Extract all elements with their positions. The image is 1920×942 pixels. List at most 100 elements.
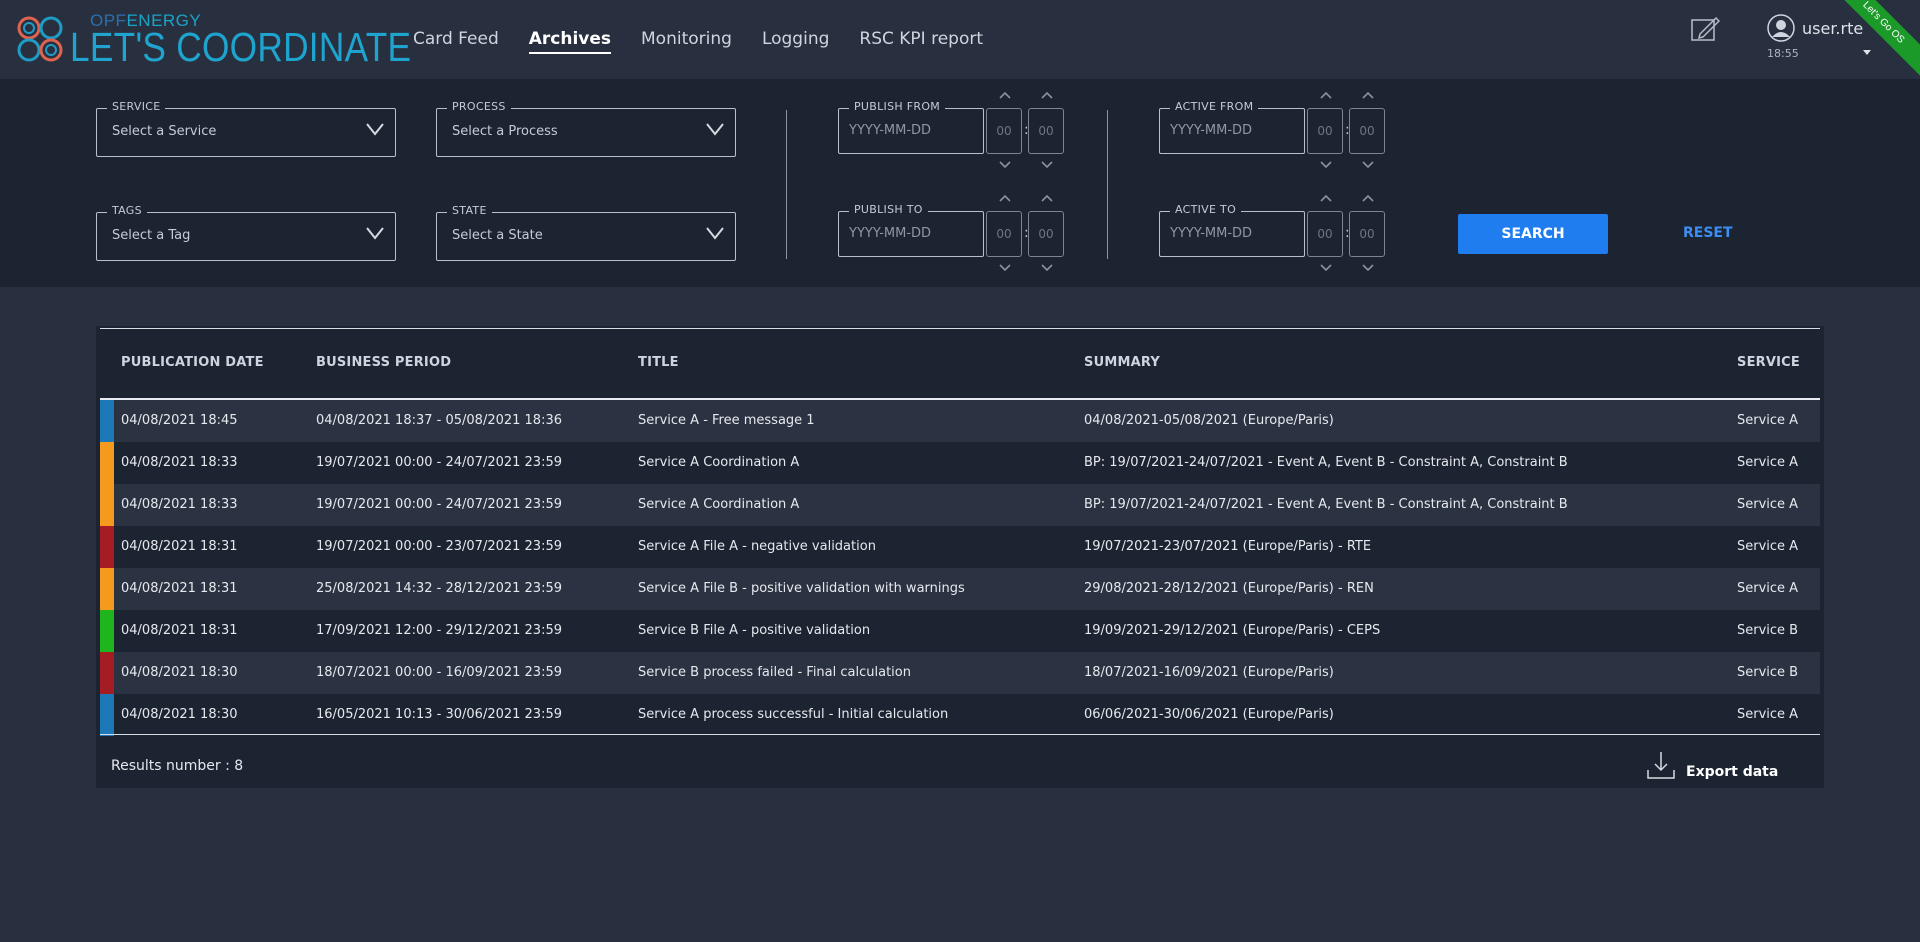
chevron-up-icon[interactable] — [1040, 193, 1054, 203]
app-logo[interactable]: OPFENERGY LET'S COORDINATE — [14, 10, 411, 70]
publish-to-legend: PUBLISH TO — [849, 203, 928, 216]
cell-publication-date: 04/08/2021 18:31 — [121, 539, 238, 554]
nav-logging[interactable]: Logging — [762, 29, 829, 54]
nav-monitoring[interactable]: Monitoring — [641, 29, 732, 54]
table-row[interactable]: 04/08/2021 18:45 04/08/2021 18:37 - 05/0… — [100, 400, 1820, 442]
table-row[interactable]: 04/08/2021 18:31 19/07/2021 00:00 - 23/0… — [100, 526, 1820, 568]
rings-logo-icon — [17, 16, 63, 62]
publish-from-date[interactable]: PUBLISH FROM YYYY-MM-DD — [838, 100, 984, 154]
publish-from-hour[interactable]: 00 — [986, 108, 1022, 154]
cell-summary: 19/09/2021-29/12/2021 (Europe/Paris) - C… — [1084, 623, 1381, 638]
download-icon — [1647, 752, 1675, 779]
service-value: Select a Service — [112, 124, 217, 139]
chevron-down-icon[interactable] — [1319, 160, 1333, 170]
tags-select[interactable]: TAGS Select a Tag — [96, 204, 396, 261]
state-legend: STATE — [447, 204, 492, 217]
cell-publication-date: 04/08/2021 18:31 — [121, 581, 238, 596]
active-from-minute[interactable]: 00 — [1349, 108, 1385, 154]
service-select[interactable]: SERVICE Select a Service — [96, 100, 396, 157]
cell-title: Service A File B - positive validation w… — [638, 581, 965, 596]
chevron-up-icon[interactable] — [998, 193, 1012, 203]
cell-summary: BP: 19/07/2021-24/07/2021 - Event A, Eve… — [1084, 455, 1568, 470]
cell-service: Service A — [1737, 497, 1799, 512]
chevron-down-icon[interactable] — [1361, 160, 1375, 170]
chevron-down-icon[interactable] — [998, 160, 1012, 170]
table-row[interactable]: 04/08/2021 18:30 16/05/2021 10:13 - 30/0… — [100, 694, 1820, 736]
chevron-up-icon[interactable] — [1319, 90, 1333, 100]
search-button[interactable]: SEARCH — [1458, 214, 1608, 254]
publish-to-minute[interactable]: 00 — [1028, 211, 1064, 257]
archives-table-panel: PUBLICATION DATE BUSINESS PERIOD TITLE S… — [96, 326, 1824, 788]
column-header-service[interactable]: SERVICE — [1737, 355, 1800, 370]
nav-card-feed[interactable]: Card Feed — [413, 29, 499, 54]
publish-from-legend: PUBLISH FROM — [849, 100, 946, 113]
severity-indicator — [100, 526, 114, 568]
severity-indicator — [100, 442, 114, 484]
nav-rsc-kpi-report[interactable]: RSC KPI report — [859, 29, 983, 54]
chevron-down-icon — [366, 123, 384, 136]
reset-button[interactable]: RESET — [1683, 225, 1733, 241]
chevron-up-icon[interactable] — [1319, 193, 1333, 203]
column-header-summary[interactable]: SUMMARY — [1084, 355, 1160, 370]
nav-archives[interactable]: Archives — [528, 29, 612, 54]
publish-to-date[interactable]: PUBLISH TO YYYY-MM-DD — [838, 203, 984, 257]
active-to-hour[interactable]: 00 — [1307, 211, 1343, 257]
cell-title: Service A Coordination A — [638, 497, 800, 512]
export-data-button[interactable]: Export data — [1646, 750, 1786, 782]
cell-business-period: 19/07/2021 00:00 - 23/07/2021 23:59 — [316, 539, 563, 554]
severity-indicator — [100, 652, 114, 694]
clock-time: 18:55 — [1767, 47, 1799, 60]
active-to-legend: ACTIVE TO — [1170, 203, 1242, 216]
chevron-down-icon — [706, 123, 724, 136]
cell-summary: 04/08/2021-05/08/2021 (Europe/Paris) — [1084, 413, 1334, 428]
table-row[interactable]: 04/08/2021 18:33 19/07/2021 00:00 - 24/0… — [100, 484, 1820, 526]
cell-title: Service B process failed - Final calcula… — [638, 665, 911, 680]
top-bar: OPFENERGY LET'S COORDINATE Card Feed Arc… — [0, 0, 1920, 84]
cell-publication-date: 04/08/2021 18:33 — [121, 455, 238, 470]
column-header-title[interactable]: TITLE — [638, 355, 679, 370]
state-select[interactable]: STATE Select a State — [436, 204, 736, 261]
publish-from-minute[interactable]: 00 — [1028, 108, 1064, 154]
process-value: Select a Process — [452, 124, 558, 139]
chevron-up-icon[interactable] — [1040, 90, 1054, 100]
user-name: user.rte — [1802, 19, 1864, 38]
cell-service: Service B — [1737, 623, 1799, 638]
chevron-up-icon[interactable] — [998, 90, 1012, 100]
tags-value: Select a Tag — [112, 228, 191, 243]
chevron-down-icon[interactable] — [1040, 160, 1054, 170]
table-row[interactable]: 04/08/2021 18:33 19/07/2021 00:00 - 24/0… — [100, 442, 1820, 484]
publish-from-placeholder: YYYY-MM-DD — [849, 123, 932, 138]
edit-note-icon[interactable] — [1690, 14, 1720, 44]
active-to-minute[interactable]: 00 — [1349, 211, 1385, 257]
active-from-placeholder: YYYY-MM-DD — [1170, 123, 1253, 138]
active-to-placeholder: YYYY-MM-DD — [1170, 226, 1253, 241]
active-from-hour[interactable]: 00 — [1307, 108, 1343, 154]
table-row[interactable]: 04/08/2021 18:30 18/07/2021 00:00 - 16/0… — [100, 652, 1820, 694]
active-to-date[interactable]: ACTIVE TO YYYY-MM-DD — [1159, 203, 1305, 257]
publish-to-hour[interactable]: 00 — [986, 211, 1022, 257]
caret-down-icon[interactable] — [1863, 50, 1871, 55]
cell-publication-date: 04/08/2021 18:30 — [121, 665, 238, 680]
table-row[interactable]: 04/08/2021 18:31 25/08/2021 14:32 - 28/1… — [100, 568, 1820, 610]
service-legend: SERVICE — [107, 100, 166, 113]
chevron-up-icon[interactable] — [1361, 193, 1375, 203]
chevron-down-icon[interactable] — [998, 263, 1012, 273]
chevron-down-icon[interactable] — [1040, 263, 1054, 273]
process-select[interactable]: PROCESS Select a Process — [436, 100, 736, 157]
cell-summary: 29/08/2021-28/12/2021 (Europe/Paris) - R… — [1084, 581, 1374, 596]
chevron-up-icon[interactable] — [1361, 90, 1375, 100]
active-from-date[interactable]: ACTIVE FROM YYYY-MM-DD — [1159, 100, 1305, 154]
state-value: Select a State — [452, 228, 543, 243]
column-header-publication-date[interactable]: PUBLICATION DATE — [121, 355, 264, 370]
user-menu[interactable]: user.rte 18:55 — [1767, 14, 1877, 62]
severity-indicator — [100, 568, 114, 610]
cell-business-period: 19/07/2021 00:00 - 24/07/2021 23:59 — [316, 497, 563, 512]
cell-title: Service A - Free message 1 — [638, 413, 815, 428]
chevron-down-icon[interactable] — [1319, 263, 1333, 273]
chevron-down-icon[interactable] — [1361, 263, 1375, 273]
cell-publication-date: 04/08/2021 18:31 — [121, 623, 238, 638]
table-row[interactable]: 04/08/2021 18:31 17/09/2021 12:00 - 29/1… — [100, 610, 1820, 652]
severity-indicator — [100, 400, 114, 442]
column-header-business-period[interactable]: BUSINESS PERIOD — [316, 355, 451, 370]
tags-legend: TAGS — [107, 204, 147, 217]
